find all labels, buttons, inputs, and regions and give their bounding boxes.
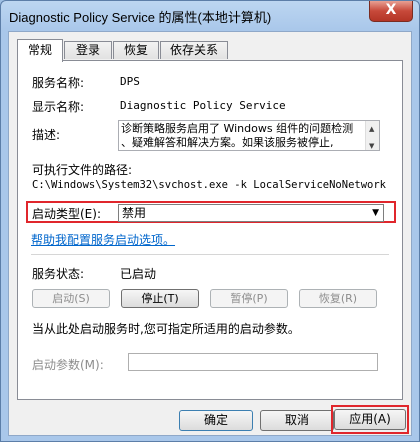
start-params-hint: 当从此处启动服务时,您可指定所适用的启动参数。 <box>32 322 300 336</box>
description-line-2: 、疑难解答和解决方案。如果该服务被停止, <box>121 136 334 149</box>
exe-path-label: 可执行文件的路径: <box>32 163 133 177</box>
resume-button[interactable]: 恢复(R) <box>299 289 377 308</box>
startup-type-select[interactable]: 禁用 ▼ <box>118 204 384 222</box>
pause-button[interactable]: 暂停(P) <box>210 289 288 308</box>
tab-dependencies[interactable]: 依存关系 <box>160 41 228 59</box>
scroll-down-icon[interactable]: ▼ <box>369 139 374 150</box>
cancel-button[interactable]: 取消 <box>260 410 334 431</box>
scroll-up-icon[interactable]: ▲ <box>369 122 374 136</box>
dialog-body: 常规 登录 恢复 依存关系 服务名称: DPS 显示名称: Diagnostic… <box>8 31 412 436</box>
display-name-label: 显示名称: <box>32 100 85 114</box>
start-params-label: 启动参数(M): <box>32 358 104 372</box>
startup-type-value: 禁用 <box>122 206 147 220</box>
start-button[interactable]: 启动(S) <box>32 289 110 308</box>
service-status-label: 服务状态: <box>32 267 85 281</box>
display-name-value: Diagnostic Policy Service <box>120 99 286 112</box>
general-panel: 服务名称: DPS 显示名称: Diagnostic Policy Servic… <box>17 60 403 400</box>
separator <box>31 254 389 255</box>
apply-button[interactable]: 应用(A) <box>334 409 406 430</box>
window-title: Diagnostic Policy Service 的属性(本地计算机) <box>9 10 272 25</box>
start-params-input[interactable] <box>128 353 378 371</box>
exe-path-value: C:\Windows\System32\svchost.exe -k Local… <box>32 179 387 191</box>
startup-type-label: 启动类型(E): <box>32 207 101 221</box>
tab-logon[interactable]: 登录 <box>64 41 112 59</box>
stop-button[interactable]: 停止(T) <box>121 289 199 308</box>
close-button[interactable]: X <box>369 1 413 22</box>
tab-general[interactable]: 常规 <box>17 39 63 62</box>
service-name-value: DPS <box>120 75 140 88</box>
ok-button[interactable]: 确定 <box>179 410 253 431</box>
title-bar[interactable]: Diagnostic Policy Service 的属性(本地计算机) X <box>1 1 419 31</box>
description-box[interactable]: 诊断策略服务启用了 Windows 组件的问题检测 、疑难解答和解决方案。如果该… <box>118 120 380 151</box>
properties-window: Diagnostic Policy Service 的属性(本地计算机) X 常… <box>0 0 420 442</box>
tab-recovery[interactable]: 恢复 <box>113 41 159 59</box>
dropdown-arrow-icon[interactable]: ▼ <box>372 205 379 221</box>
service-name-label: 服务名称: <box>32 76 85 90</box>
description-scrollbar[interactable]: ▲ ▼ <box>365 121 379 150</box>
service-status-value: 已启动 <box>120 267 157 281</box>
help-startup-link[interactable]: 帮助我配置服务启动选项。 <box>31 231 175 248</box>
description-line-1: 诊断策略服务启用了 Windows 组件的问题检测 <box>121 122 354 135</box>
description-label: 描述: <box>32 128 61 142</box>
